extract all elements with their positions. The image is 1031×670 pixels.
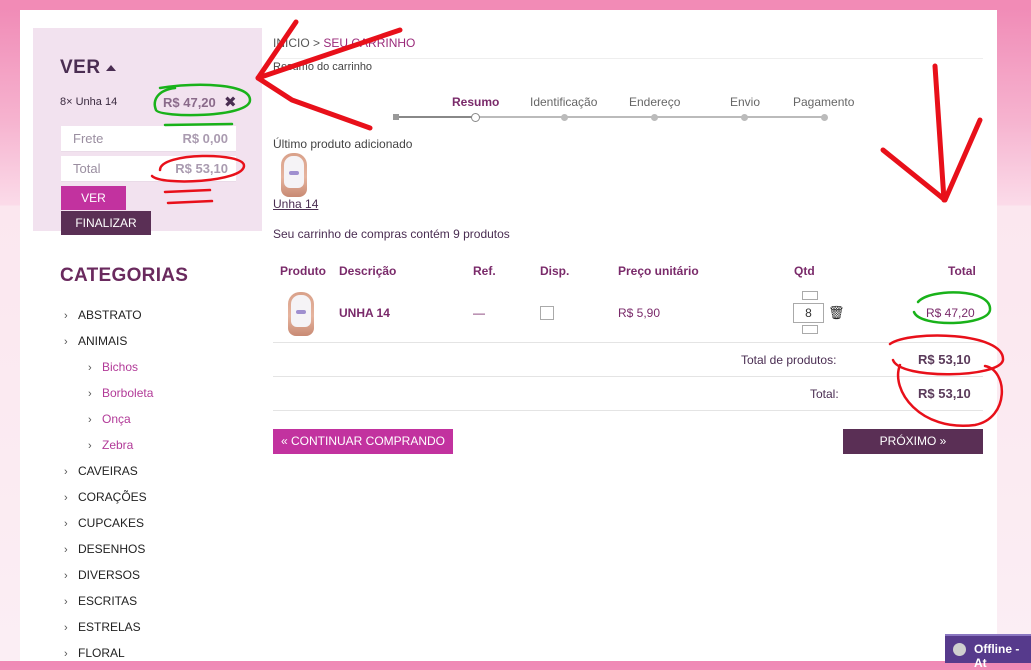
next-button[interactable]: PRÓXIMO »: [843, 429, 983, 454]
total-label: Total: [73, 161, 101, 176]
category-item[interactable]: › ANIMAIS: [64, 334, 127, 348]
category-item[interactable]: › DIVERSOS: [64, 568, 140, 582]
step-dot-envio: [741, 114, 748, 121]
products-total-label: Total de produtos:: [741, 353, 837, 367]
shipping-label: Frete: [73, 131, 104, 146]
chat-status-label: Offline - At: [974, 642, 1020, 670]
product-ref: —: [473, 306, 485, 320]
line-total: R$ 47,20: [926, 306, 975, 320]
chevron-right-icon: ›: [88, 388, 92, 400]
category-item[interactable]: › FLORAL: [64, 646, 125, 660]
col-header-qtd: Qtd: [794, 264, 815, 278]
step-envio: Envio: [730, 95, 761, 109]
qty-input[interactable]: 8: [793, 303, 824, 323]
trash-icon[interactable]: 🗑: [828, 305, 845, 321]
shipping-value: R$ 0,00: [182, 131, 228, 146]
summary-heading: Resumo do carrinho: [273, 61, 373, 73]
chevron-right-icon: ›: [64, 310, 68, 322]
products-total-value: R$ 53,10: [918, 352, 971, 367]
breadcrumb-separator: >: [313, 36, 321, 50]
product-thumbnail[interactable]: [281, 153, 307, 197]
col-header-descricao: Descrição: [339, 264, 397, 278]
category-item[interactable]: › CUPCAKES: [64, 516, 144, 530]
step-pagamento: Pagamento: [793, 95, 855, 109]
divider: [273, 58, 983, 59]
chevron-right-icon: ›: [88, 440, 92, 452]
chevron-right-icon: ›: [64, 622, 68, 634]
divider: [273, 342, 983, 343]
ver-button[interactable]: VER: [61, 186, 126, 210]
col-header-produto: Produto: [280, 264, 326, 278]
cart-summary-title[interactable]: VER: [60, 57, 101, 79]
qty-decrease-button[interactable]: [802, 325, 818, 334]
category-item[interactable]: › ESTRELAS: [64, 620, 141, 634]
breadcrumb-home[interactable]: INÍCIO: [273, 36, 310, 50]
caret-up-icon[interactable]: [106, 65, 116, 71]
total-value: R$ 53,10: [175, 161, 228, 176]
divider: [273, 376, 983, 377]
category-item[interactable]: › DESENHOS: [64, 542, 145, 556]
chat-tab[interactable]: Offline - At: [945, 634, 1031, 670]
col-header-total: Total: [948, 264, 976, 278]
col-header-preco: Preço unitário: [618, 264, 699, 278]
qty-increase-button[interactable]: [802, 291, 818, 300]
grand-total-label: Total:: [810, 387, 839, 401]
step-endereco: Endereço: [629, 95, 681, 109]
chevron-right-icon: ›: [64, 648, 68, 660]
chevron-right-icon: ›: [64, 596, 68, 608]
availability-checkbox: [540, 306, 554, 320]
top-banner: [0, 0, 1031, 10]
subcategory-item[interactable]: › Borboleta: [88, 386, 153, 400]
grand-total-value: R$ 53,10: [918, 386, 971, 401]
product-image[interactable]: [288, 292, 314, 336]
mini-cart-item[interactable]: 8× Unha 14: [60, 96, 117, 108]
continue-shopping-button[interactable]: « CONTINUAR COMPRANDO: [273, 429, 453, 454]
step-dot-pagamento: [821, 114, 828, 121]
chevron-right-icon: ›: [64, 466, 68, 478]
chevron-right-icon: ›: [88, 414, 92, 426]
divider: [273, 410, 983, 411]
step-dot-resumo: [471, 113, 480, 122]
subcategory-item[interactable]: › Zebra: [88, 438, 133, 452]
chevron-right-icon: ›: [64, 518, 68, 530]
progress-track-active: [396, 116, 475, 118]
subcategory-item[interactable]: › Bichos: [88, 360, 138, 374]
chevron-right-icon: ›: [88, 362, 92, 374]
step-resumo: Resumo: [452, 95, 500, 109]
category-item[interactable]: › ESCRITAS: [64, 594, 137, 608]
col-header-ref: Ref.: [473, 264, 496, 278]
chat-status-icon: [953, 643, 966, 656]
breadcrumb: INÍCIO > SEU CARRINHO: [273, 36, 415, 50]
product-description[interactable]: UNHA 14: [339, 306, 390, 320]
shipping-row: Frete R$ 0,00: [61, 126, 236, 152]
col-header-disp: Disp.: [540, 264, 570, 278]
chevron-right-icon: ›: [64, 336, 68, 348]
progress-start-marker: [393, 114, 399, 120]
subcategory-item[interactable]: › Onça: [88, 412, 131, 426]
category-item[interactable]: › CORAÇÕES: [64, 490, 147, 504]
total-row: Total R$ 53,10: [61, 156, 236, 182]
categories-title: CATEGORIAS: [60, 265, 189, 286]
mini-cart-item-price: R$ 47,20: [163, 95, 216, 110]
last-added-product-link[interactable]: Unha 14: [273, 197, 318, 211]
step-dot-identificacao: [561, 114, 568, 121]
last-added-label: Último produto adicionado: [273, 137, 413, 151]
unit-price: R$ 5,90: [618, 306, 661, 320]
chevron-right-icon: ›: [64, 570, 68, 582]
chevron-right-icon: ›: [64, 544, 68, 556]
category-item[interactable]: › CAVEIRAS: [64, 464, 138, 478]
step-dot-endereco: [651, 114, 658, 121]
breadcrumb-current: SEU CARRINHO: [323, 36, 416, 50]
cart-count-text: Seu carrinho de compras contém 9 produto…: [273, 227, 510, 241]
close-x-icon[interactable]: ✖: [224, 93, 237, 111]
finalizar-button[interactable]: FINALIZAR: [61, 211, 151, 235]
category-item[interactable]: › ABSTRATO: [64, 308, 142, 322]
chevron-right-icon: ›: [64, 492, 68, 504]
step-identificacao: Identificação: [530, 95, 598, 109]
